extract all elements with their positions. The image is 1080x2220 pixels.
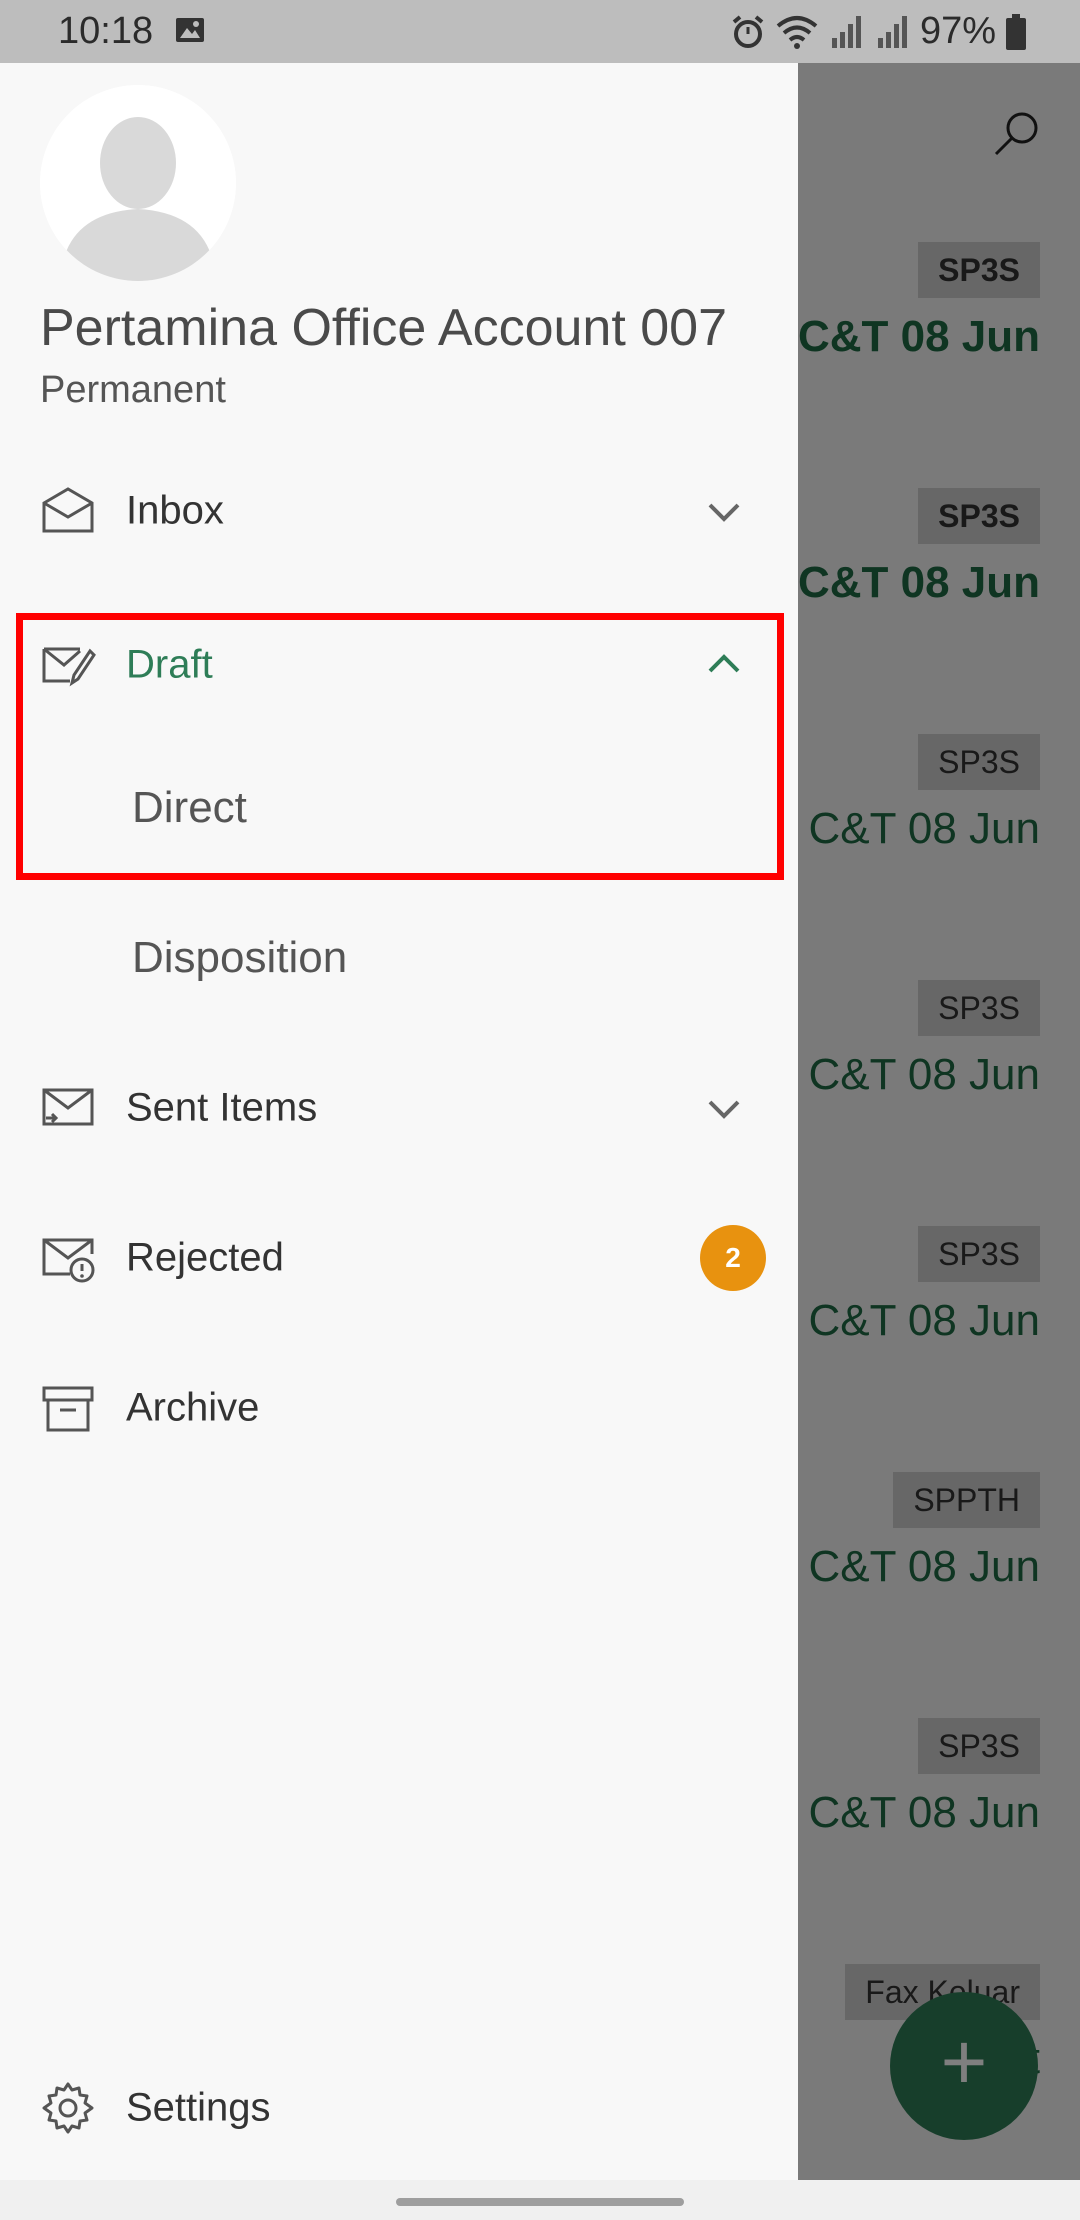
- nav-item-inbox[interactable]: Inbox: [0, 456, 798, 566]
- rejected-envelope-alert-icon: [42, 1238, 95, 1283]
- sent-envelope-icon: [42, 1088, 94, 1126]
- nav-item-rejected[interactable]: Rejected 2: [0, 1203, 798, 1313]
- nav-label-archive: Archive: [126, 1385, 260, 1430]
- gear-icon: [42, 2082, 94, 2134]
- account-name: Pertamina Office Account 007: [40, 299, 727, 357]
- nav-subitem-disposition[interactable]: Disposition: [0, 903, 798, 1013]
- nav-item-sent-items[interactable]: Sent Items: [0, 1053, 798, 1163]
- signal-icon: [831, 15, 861, 48]
- status-time: 10:18: [58, 10, 154, 52]
- status-bar: 10:18 97%: [0, 0, 1080, 63]
- rejected-count-badge: 2: [700, 1225, 766, 1291]
- alarm-icon: [732, 14, 764, 48]
- nav-item-settings[interactable]: Settings: [0, 2053, 798, 2163]
- nav-label-inbox: Inbox: [126, 488, 224, 533]
- chevron-down-icon[interactable]: [700, 1084, 748, 1132]
- chevron-down-icon[interactable]: [700, 487, 748, 535]
- nav-label-rejected: Rejected: [126, 1235, 284, 1280]
- avatar-placeholder-icon: [40, 85, 236, 281]
- image-notification-icon: [176, 18, 204, 42]
- battery-percent: 97%: [919, 10, 996, 52]
- nav-label-sent-items: Sent Items: [126, 1085, 318, 1130]
- archive-box-icon: [42, 1386, 94, 1432]
- avatar[interactable]: [40, 85, 236, 281]
- inbox-envelope-icon: [42, 487, 94, 533]
- navigation-drawer: Pertamina Office Account 007 Permanent I…: [0, 63, 798, 2180]
- nav-label-disposition: Disposition: [132, 933, 348, 982]
- account-subtitle: Permanent: [40, 369, 226, 411]
- home-gesture-handle[interactable]: [396, 2198, 684, 2206]
- nav-label-settings: Settings: [126, 2085, 271, 2130]
- nav-item-archive[interactable]: Archive: [0, 1353, 798, 1463]
- highlight-annotation-box: [16, 613, 784, 880]
- status-right-group: 97%: [730, 10, 1026, 53]
- signal-icon-2: [877, 15, 907, 48]
- system-navigation-bar: [0, 2180, 1080, 2220]
- wifi-icon: [776, 15, 818, 49]
- battery-icon: [1006, 13, 1026, 50]
